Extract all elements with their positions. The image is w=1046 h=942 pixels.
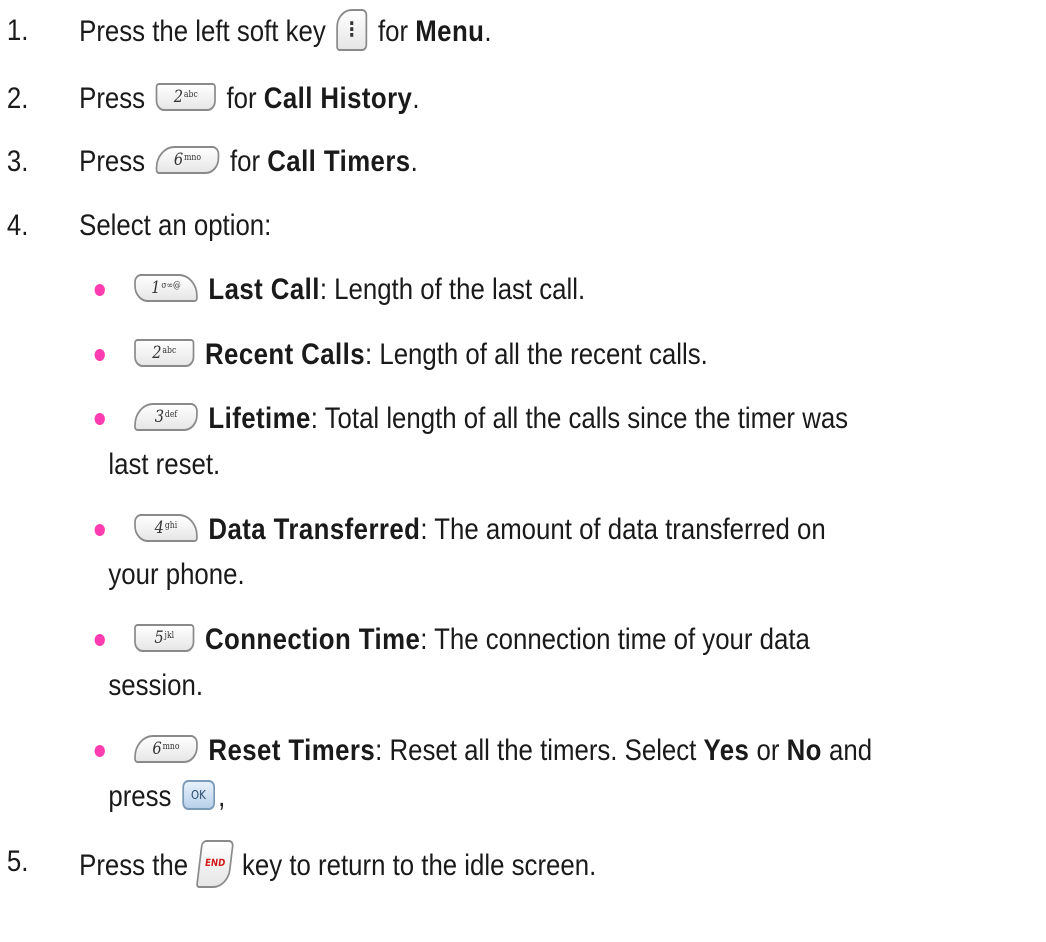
option-desc: : Total length of all the calls since th… (310, 402, 849, 435)
step-text: for (226, 82, 257, 115)
end-key-icon: END (195, 840, 235, 888)
key-1-icon: 1σ∞@ (134, 274, 198, 303)
key-6-icon: 6mno (134, 735, 198, 764)
key-2-icon: 2abc (134, 339, 195, 368)
option-desc: : Length of the last call. (319, 273, 586, 306)
bullet-icon (94, 413, 105, 425)
step-text: for (377, 14, 409, 48)
step-number: 1. (6, 14, 29, 47)
step-text: key to return to the idle screen. (242, 848, 597, 882)
call-timers-label: Call Timers (267, 145, 411, 178)
option-desc: : Reset all the timers. Select (375, 734, 697, 767)
key-4-icon: 4ghi (134, 514, 198, 543)
key-5-icon: 5jkl (134, 624, 195, 653)
left-soft-key-icon: ⋮ (336, 9, 368, 51)
option-desc-cont: press (108, 780, 172, 813)
step-text: Press the left soft key (79, 14, 326, 48)
step-number: 2. (6, 82, 29, 115)
option-title: Lifetime (208, 402, 311, 435)
ok-key-icon: OK (182, 780, 215, 811)
key-2-icon: 2abc (155, 83, 216, 112)
step-text: Select an option: (79, 209, 272, 242)
key-3-icon: 3def (134, 403, 198, 432)
menu-label: Menu (415, 14, 485, 48)
step-number: 5. (6, 845, 29, 878)
yes-label: Yes (703, 734, 750, 767)
option-desc: : The amount of data transferred on (420, 513, 826, 546)
bullet-icon (94, 634, 105, 646)
instruction-page: 1. Press the left soft key ⋮ for Menu. 2… (0, 0, 1046, 942)
step-number: 4. (6, 209, 29, 242)
step-text: Press the (79, 848, 189, 882)
step-text: Press (79, 145, 146, 178)
option-desc: : The connection time of your data (420, 623, 810, 656)
step-text: for (229, 145, 261, 178)
step-text: Press (79, 82, 146, 115)
option-title: Recent Calls (204, 338, 366, 371)
option-desc: : Length of all the recent calls. (365, 338, 708, 371)
option-desc-cont: last reset. (108, 448, 221, 481)
option-title: Reset Timers (208, 734, 376, 767)
option-title: Connection Time (204, 623, 421, 656)
option-desc-cont: your phone. (108, 558, 245, 591)
key-6-icon: 6mno (155, 146, 220, 175)
bullet-icon (94, 524, 105, 536)
option-title: Last Call (208, 273, 320, 306)
option-title: Data Transferred (208, 513, 421, 546)
no-label: No (786, 734, 822, 767)
bullet-icon (94, 284, 105, 296)
bullet-icon (94, 349, 105, 361)
option-desc-cont: session. (108, 669, 204, 702)
bullet-icon (94, 745, 105, 757)
call-history-label: Call History (263, 82, 413, 115)
step-number: 3. (6, 145, 29, 178)
